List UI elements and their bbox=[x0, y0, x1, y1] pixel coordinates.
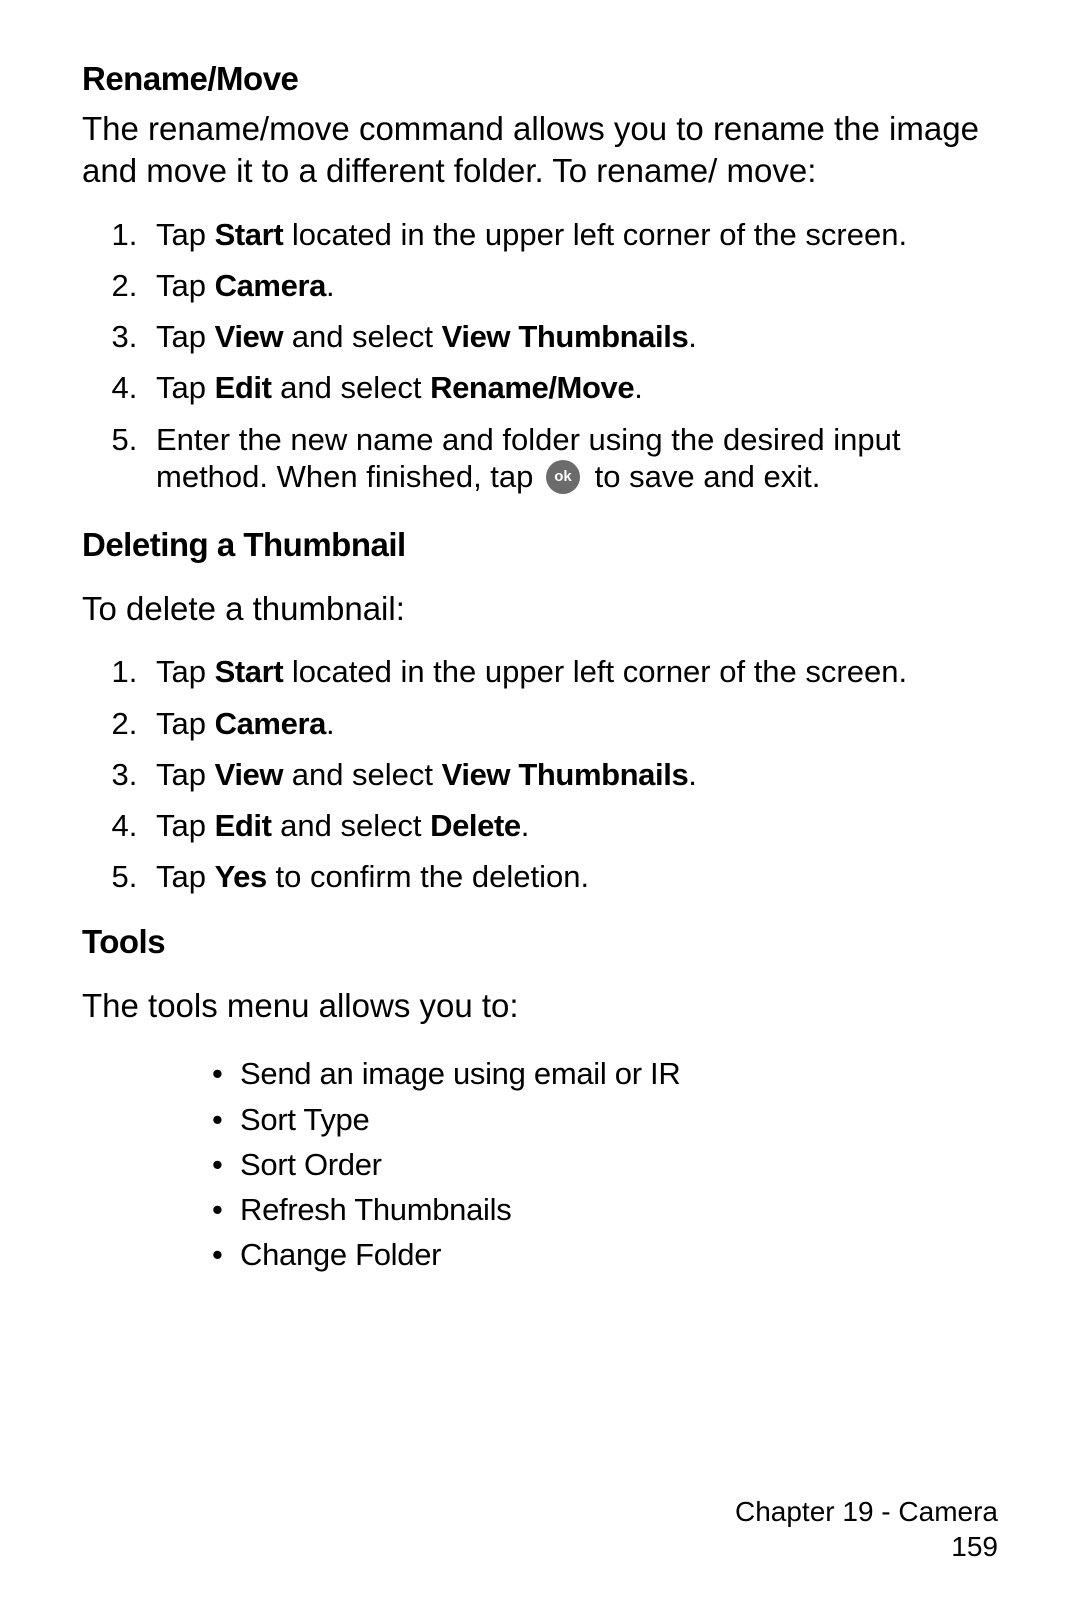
list-item: Refresh Thumbnails bbox=[212, 1191, 998, 1228]
list-item: Sort Order bbox=[212, 1146, 998, 1183]
text: and select bbox=[272, 370, 431, 405]
step-1: Tap Start located in the upper left corn… bbox=[146, 653, 998, 690]
step-3: Tap View and select View Thumbnails. bbox=[146, 756, 998, 793]
text: located in the upper left corner of the … bbox=[283, 217, 907, 252]
text: Tap bbox=[156, 268, 215, 303]
text: Tap bbox=[156, 217, 215, 252]
steps-rename-move: Tap Start located in the upper left corn… bbox=[82, 216, 998, 498]
text: Tap bbox=[156, 757, 215, 792]
ok-icon: ok bbox=[546, 460, 580, 494]
intro-rename-move: The rename/move command allows you to re… bbox=[82, 108, 998, 192]
text: and select bbox=[283, 757, 442, 792]
list-item: Sort Type bbox=[212, 1101, 998, 1138]
heading-tools: Tools bbox=[82, 923, 998, 961]
step-1: Tap Start located in the upper left corn… bbox=[146, 216, 998, 253]
list-item: Send an image using email or IR bbox=[212, 1055, 998, 1092]
text: . bbox=[326, 706, 335, 741]
text: Tap bbox=[156, 319, 215, 354]
step-5: Enter the new name and folder using the … bbox=[146, 421, 998, 498]
text: . bbox=[688, 757, 697, 792]
text: . bbox=[326, 268, 335, 303]
step-2: Tap Camera. bbox=[146, 705, 998, 742]
ui-term-delete: Delete bbox=[430, 808, 521, 843]
text: located in the upper left corner of the … bbox=[283, 654, 907, 689]
ui-term-rename-move: Rename/Move bbox=[430, 370, 634, 405]
intro-deleting-thumbnail: To delete a thumbnail: bbox=[82, 588, 998, 630]
text: Tap bbox=[156, 808, 215, 843]
ui-term-start: Start bbox=[215, 654, 284, 689]
ui-term-view: View bbox=[215, 757, 283, 792]
document-page: Rename/Move The rename/move command allo… bbox=[0, 0, 1080, 1622]
ui-term-yes: Yes bbox=[215, 859, 267, 894]
step-4: Tap Edit and select Rename/Move. bbox=[146, 369, 998, 406]
ui-term-edit: Edit bbox=[215, 808, 272, 843]
ui-term-start: Start bbox=[215, 217, 284, 252]
step-3: Tap View and select View Thumbnails. bbox=[146, 318, 998, 355]
steps-deleting-thumbnail: Tap Start located in the upper left corn… bbox=[82, 653, 998, 895]
text: to confirm the deletion. bbox=[267, 859, 589, 894]
text: . bbox=[688, 319, 697, 354]
intro-tools: The tools menu allows you to: bbox=[82, 985, 998, 1027]
text: Tap bbox=[156, 706, 215, 741]
step-4: Tap Edit and select Delete. bbox=[146, 807, 998, 844]
text: and select bbox=[283, 319, 442, 354]
step-2: Tap Camera. bbox=[146, 267, 998, 304]
ui-term-view: View bbox=[215, 319, 283, 354]
heading-rename-move: Rename/Move bbox=[82, 60, 998, 98]
step-5: Tap Yes to confirm the deletion. bbox=[146, 858, 998, 895]
heading-deleting-thumbnail: Deleting a Thumbnail bbox=[82, 526, 998, 564]
text: . bbox=[521, 808, 530, 843]
text: and select bbox=[272, 808, 431, 843]
text: Tap bbox=[156, 370, 215, 405]
footer-page-number: 159 bbox=[735, 1529, 998, 1564]
tools-list: Send an image using email or IR Sort Typ… bbox=[82, 1055, 998, 1273]
ui-term-camera: Camera bbox=[215, 268, 326, 303]
ui-term-camera: Camera bbox=[215, 706, 326, 741]
page-footer: Chapter 19 - Camera 159 bbox=[735, 1494, 998, 1564]
ui-term-edit: Edit bbox=[215, 370, 272, 405]
footer-chapter: Chapter 19 - Camera bbox=[735, 1494, 998, 1529]
text: to save and exit. bbox=[586, 459, 820, 494]
text: Tap bbox=[156, 859, 215, 894]
text: . bbox=[634, 370, 643, 405]
ui-term-view-thumbnails: View Thumbnails bbox=[442, 319, 689, 354]
list-item: Change Folder bbox=[212, 1236, 998, 1273]
text: Tap bbox=[156, 654, 215, 689]
ui-term-view-thumbnails: View Thumbnails bbox=[442, 757, 689, 792]
